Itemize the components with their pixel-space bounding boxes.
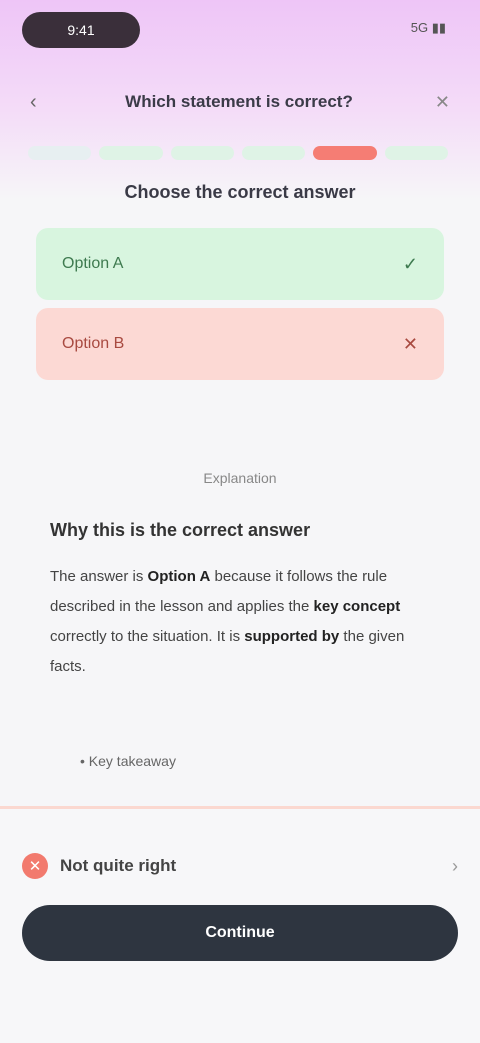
progress-segment (28, 146, 92, 160)
status-indicators: 5G ▮▮ (410, 20, 446, 35)
error-icon: ✕ (22, 853, 48, 879)
chevron-right-icon: › (452, 855, 458, 876)
feedback-label: Not quite right (60, 856, 177, 875)
status-pill: 9:41 (22, 12, 140, 48)
close-icon[interactable]: ✕ (435, 92, 450, 113)
progress-segment (170, 146, 234, 160)
page-title: Which statement is correct? (125, 92, 353, 111)
feedback-row[interactable]: ✕ Not quite right › (22, 851, 458, 881)
explanation-text: The answer is (50, 568, 148, 585)
progress-bar (28, 146, 448, 160)
question-text: Choose the correct answer (124, 182, 356, 202)
explanation-title: Why this is the correct answer (50, 520, 311, 540)
progress-segment (313, 146, 377, 160)
option-label: Option A (62, 255, 124, 272)
list-item-text: Key takeaway (88, 753, 176, 769)
answer-option-correct[interactable]: Option A ✓ (36, 228, 444, 300)
progress-segment (384, 146, 448, 160)
navigation-bar: ‹ Which statement is correct? ✕ (0, 80, 480, 124)
explanation-body: The answer is Option A because it follow… (50, 562, 430, 682)
answer-option-wrong[interactable]: Option B ✕ (36, 308, 444, 380)
explanation-bold: key concept (313, 598, 401, 615)
check-icon: ✓ (402, 253, 418, 274)
explanation-text: correctly to the situation. It is (50, 628, 245, 645)
status-bar: 9:41 5G ▮▮ (0, 0, 480, 60)
option-label: Option B (62, 335, 125, 352)
back-arrow-icon[interactable]: ‹ (30, 92, 50, 112)
explanation-bold: supported by (244, 628, 340, 645)
explanation-bold: Option A (147, 568, 211, 585)
x-icon: ✕ (402, 333, 418, 354)
progress-segment (241, 146, 306, 160)
progress-segment (99, 146, 163, 160)
feedback-footer: ✕ Not quite right › Continue (0, 806, 480, 1043)
explanation-heading: Explanation (203, 470, 277, 486)
continue-button[interactable]: Continue (22, 905, 458, 961)
explanation-list-item: • Key takeaway (80, 753, 176, 769)
